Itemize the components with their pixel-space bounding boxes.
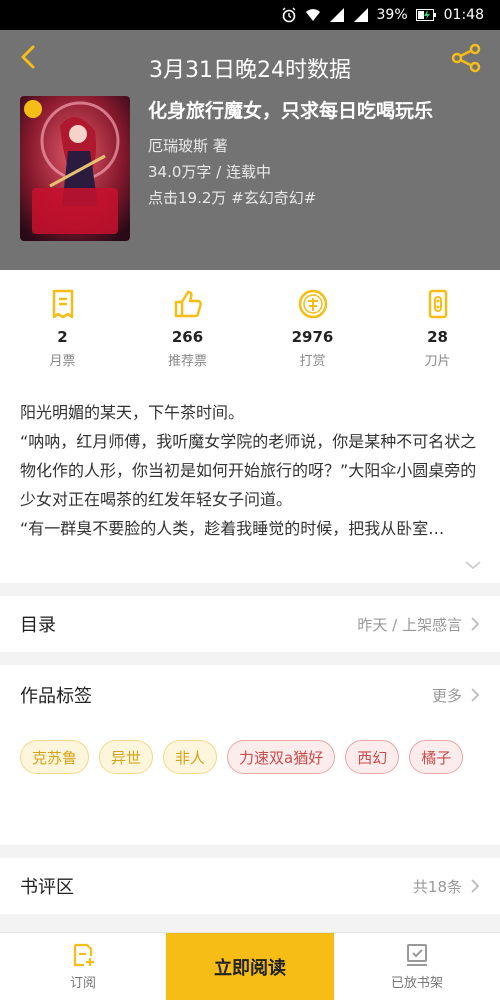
tag-chip[interactable]: 力速双a猶好 [227,740,336,774]
shelf-label: 已放书架 [390,976,443,991]
stat-blade[interactable]: 28 刀片 [375,270,500,378]
chevron-down-icon[interactable] [464,559,482,571]
stat-value: 28 [427,328,448,346]
stats-bar: 2 月票 266 推荐票 2976 打赏 28 刀片 [0,270,500,378]
chevron-right-icon [471,688,480,702]
book-cover[interactable] [20,96,130,241]
stat-monthly-ticket[interactable]: 2 月票 [0,270,125,378]
clock: 01:48 [443,7,484,23]
tags-list: 克苏鲁 异世 非人 力速双a猶好 西幻 橘子 [0,725,500,845]
tag-chip[interactable]: 橘子 [409,740,464,774]
clicks-genre: 点击19.2万 #玄幻奇幻# [148,189,317,207]
thumbs-up-icon [174,290,202,318]
tags-more: 更多 [431,686,462,705]
stat-value: 2976 [291,328,334,346]
tags-label: 作品标签 [20,686,92,707]
read-now-button[interactable]: 立即阅读 [166,933,334,1000]
battery-charging-icon [415,9,436,21]
share-icon[interactable] [450,42,482,74]
bookshelf-check-icon [407,944,427,966]
book-description[interactable]: 阳光明媚的某天，下午茶时间。 “呐呐，红月师傅，我听魔女学院的老师说，你是某种不… [0,378,500,583]
tag-chip[interactable]: 克苏鲁 [20,740,90,774]
wifi-icon [305,9,320,21]
subscribe-label: 订阅 [69,976,96,991]
stat-label: 月票 [49,354,76,369]
tag-chip[interactable]: 非人 [163,740,218,774]
book-title: 化身旅行魔女，只求每日吃喝玩乐 [148,100,434,122]
page-title: 3月31日晚24时数据 [149,58,351,83]
reward-coin-icon [298,289,327,319]
chevron-right-icon [471,879,480,893]
reviews-count: 共18条 [412,877,462,896]
signal-icon [329,8,344,22]
reviews-label: 书评区 [20,877,74,898]
tag-chip[interactable]: 西幻 [345,740,400,774]
stat-recommend[interactable]: 266 推荐票 [125,270,250,378]
stat-reward[interactable]: 2976 打赏 [250,270,375,378]
stat-label: 推荐票 [167,354,207,369]
tag-chip[interactable]: 异世 [99,740,154,774]
signal-icon-2 [353,8,368,22]
toc-latest: 昨天 / 上架感言 [357,615,462,634]
stat-value: 266 [171,328,204,346]
alarm-icon [282,7,296,23]
stat-value: 2 [57,328,68,346]
book-cover-illustration [20,96,130,241]
book-author[interactable]: 厄瑞玻斯 著 [148,135,228,156]
chevron-right-icon [471,617,480,631]
added-to-shelf-button[interactable]: 已放书架 [334,933,500,1000]
toc-label: 目录 [20,615,56,636]
tags-header[interactable]: 作品标签 更多 [0,665,500,725]
monthly-ticket-icon [52,289,73,319]
description-line: 阳光明媚的某天，下午茶时间。 [20,403,245,422]
status-bar: 39% 01:48 [0,0,500,30]
toc-row[interactable]: 目录 昨天 / 上架感言 [0,596,500,652]
bottom-action-bar: 订阅 立即阅读 已放书架 [0,932,500,1000]
stat-label: 刀片 [424,354,451,369]
subscribe-button[interactable]: 订阅 [0,933,166,1000]
book-header: 3月31日晚24时数据 化身旅行魔女，只求每日吃喝玩乐 厄瑞玻斯 著 34.0万… [0,30,500,270]
word-count-status: 34.0万字 / 连载中 [148,163,271,181]
read-now-label: 立即阅读 [214,957,286,979]
blade-icon [428,289,447,319]
description-line: “呐呐，红月师傅，我听魔女学院的老师说，你是某种不可名状之物化作的人形，你当初是… [20,432,477,509]
battery-percent: 39% [376,7,408,23]
subscribe-icon [73,943,94,967]
description-line: “有一群臭不要脸的人类，趁着我睡觉的时候，把我从卧室… [20,519,445,538]
reviews-row[interactable]: 书评区 共18条 [0,858,500,914]
stat-label: 打赏 [299,354,326,369]
